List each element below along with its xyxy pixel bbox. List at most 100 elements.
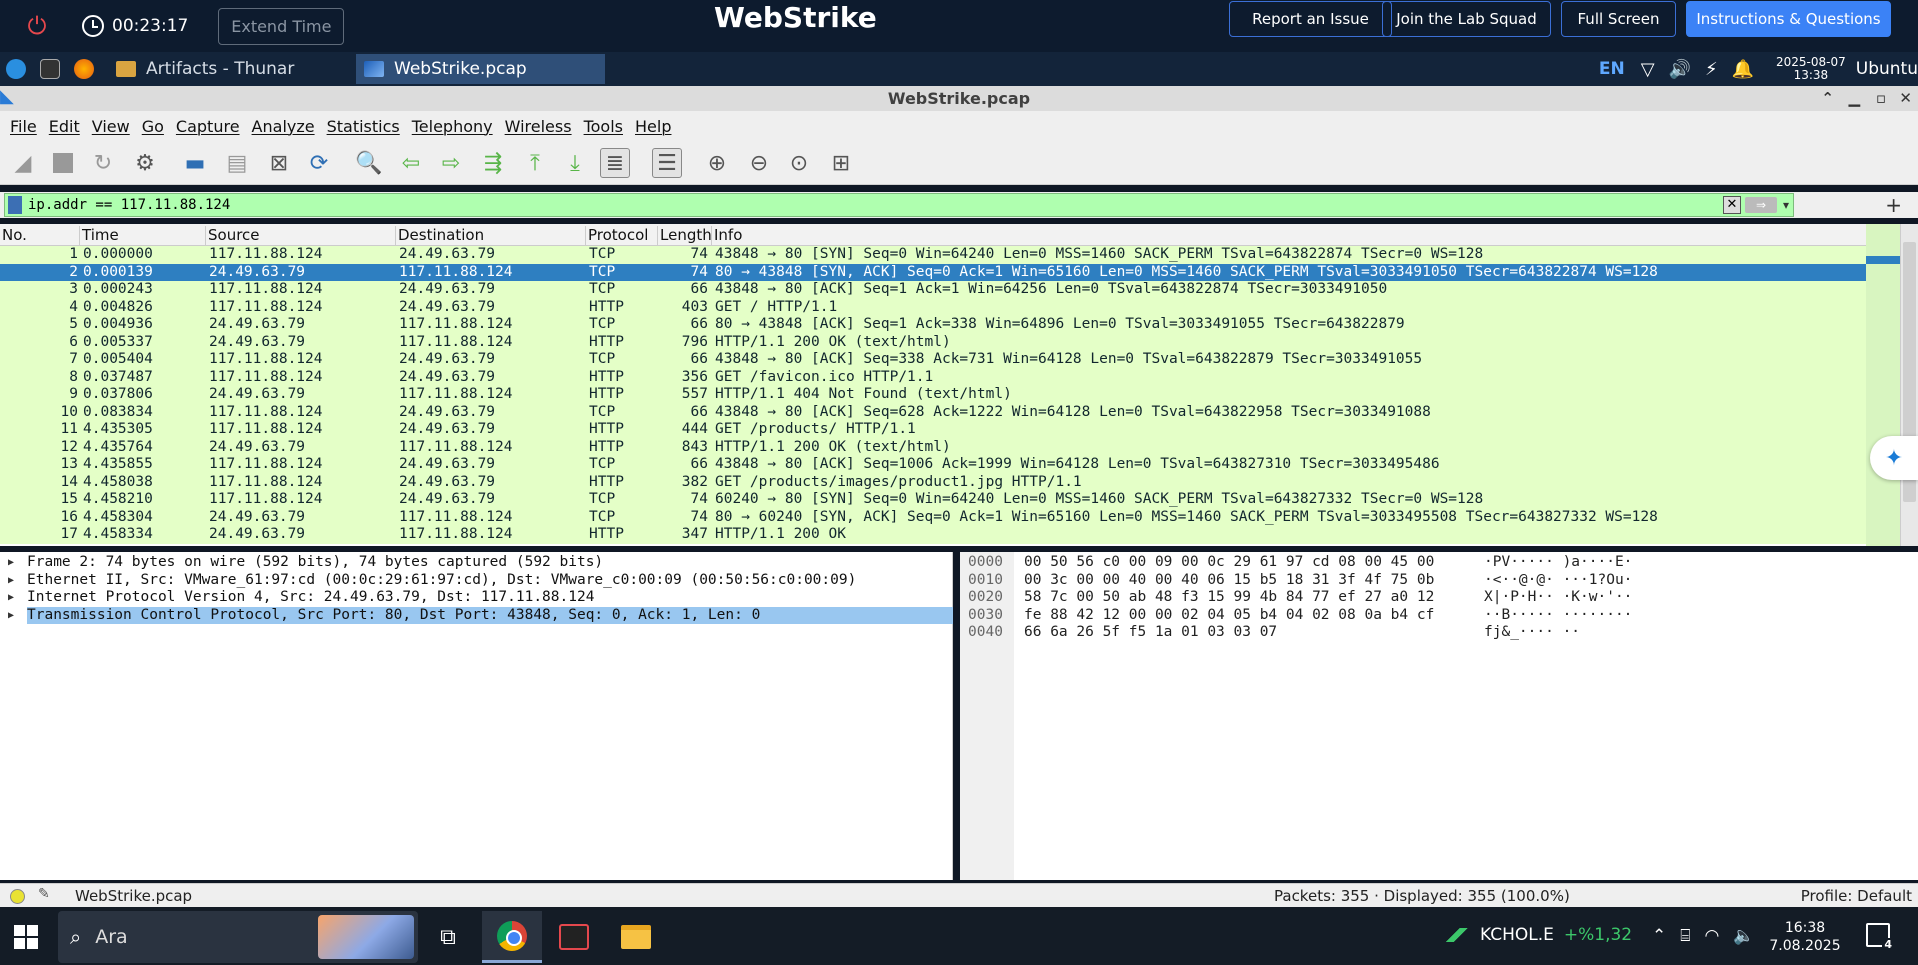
packet-row[interactable]: 15 4.458210 117.11.88.124 24.49.63.79 TCP 74 6…	[0, 491, 1866, 509]
restart-capture-icon[interactable]: ↻	[88, 148, 118, 178]
packet-row[interactable]: 12 4.435764 24.49.63.79 117.11.88.124 HTTP 84…	[0, 438, 1866, 456]
normal-size-icon[interactable]: ⊙	[784, 148, 814, 178]
chrome-icon[interactable]	[482, 911, 542, 963]
report-issue-button[interactable]: Report an Issue	[1229, 1, 1392, 37]
column-no[interactable]: No.	[0, 226, 80, 246]
detail-tcp[interactable]: ▶ Transmission Control Protocol, Src Por…	[0, 606, 953, 625]
packet-row[interactable]: 7 0.005404 117.11.88.124 24.49.63.79 TCP 66 43…	[0, 351, 1866, 369]
vertical-scrollbar[interactable]	[1900, 224, 1918, 546]
taskbar-search-box[interactable]: ⌕ Ara	[58, 911, 418, 963]
packet-row[interactable]: 6 0.005337 24.49.63.79 117.11.88.124 HTTP 796…	[0, 333, 1866, 351]
column-destination[interactable]: Destination	[396, 226, 586, 246]
whisker-menu-icon[interactable]	[6, 59, 26, 79]
wifi-icon[interactable]: ◠	[1704, 926, 1719, 946]
bookmark-icon[interactable]	[8, 196, 22, 214]
packet-minimap[interactable]	[1866, 224, 1900, 546]
task-view-icon[interactable]: ⧉	[418, 911, 478, 963]
menu-telephony[interactable]: Telephony	[412, 117, 493, 136]
packet-row[interactable]: 13 4.435855 117.11.88.124 24.49.63.79 TCP 66 4…	[0, 456, 1866, 474]
detail-ipv4[interactable]: ▶ Internet Protocol Version 4, Src: 24.4…	[0, 589, 953, 607]
expand-arrow-icon[interactable]: ▶	[8, 554, 14, 572]
add-filter-button-icon[interactable]: +	[1885, 192, 1902, 218]
chevron-up-icon[interactable]: ⌃	[1652, 926, 1666, 946]
menu-file[interactable]: File	[10, 117, 37, 136]
volume-icon[interactable]: 🔊	[1669, 59, 1691, 80]
device-icon[interactable]: ⌸	[1680, 926, 1690, 946]
byte-row[interactable]: 0020 58 7c 00 50 ab 48 f3 15 99 4b 84 77 …	[960, 589, 1918, 607]
minimize-window-icon[interactable]: ▁	[1848, 86, 1860, 111]
network-icon[interactable]: ▽	[1641, 59, 1655, 80]
display-filter-text[interactable]: ip.addr == 117.11.88.124	[28, 197, 230, 213]
colorize-icon[interactable]: ☰	[652, 148, 682, 178]
packet-row[interactable]: 1 0.000000 117.11.88.124 24.49.63.79 TCP 74 43…	[0, 246, 1866, 264]
byte-row[interactable]: 0030 fe 88 42 12 00 00 02 04 05 b4 04 02 …	[960, 607, 1918, 625]
packet-row[interactable]: 4 0.004826 117.11.88.124 24.49.63.79 HTTP 403…	[0, 298, 1866, 316]
packet-row[interactable]: 14 4.458038 117.11.88.124 24.49.63.79 HTTP 38…	[0, 473, 1866, 491]
panel-clock[interactable]: 2025-08-07 13:38	[1776, 56, 1846, 82]
clear-filter-icon[interactable]: ✕	[1722, 196, 1741, 214]
go-forward-icon[interactable]: ⇨	[436, 148, 466, 178]
column-time[interactable]: Time	[80, 226, 206, 246]
detail-ethernet[interactable]: ▶ Ethernet II, Src: VMware_61:97:cd (00:…	[0, 572, 953, 590]
packet-row[interactable]: 5 0.004936 24.49.63.79 117.11.88.124 TCP 66 80…	[0, 316, 1866, 334]
menu-capture[interactable]: Capture	[176, 117, 240, 136]
instructions-questions-button[interactable]: Instructions & Questions	[1686, 1, 1891, 37]
notifications-icon[interactable]: 4	[1866, 923, 1894, 951]
zoom-out-icon[interactable]: ⊖	[744, 148, 774, 178]
speaker-icon[interactable]: 🔈	[1733, 926, 1754, 946]
column-length[interactable]: Length	[658, 226, 712, 246]
stop-capture-icon[interactable]	[48, 148, 78, 178]
packet-row[interactable]: 11 4.435305 117.11.88.124 24.49.63.79 HTTP 44…	[0, 421, 1866, 439]
menu-tools[interactable]: Tools	[584, 117, 623, 136]
packet-row[interactable]: 8 0.037487 117.11.88.124 24.49.63.79 HTTP 356…	[0, 368, 1866, 386]
taskbar-clock[interactable]: 16:38 7.08.2025	[1760, 919, 1850, 955]
close-file-icon[interactable]: ⊠	[264, 148, 294, 178]
file-explorer-icon[interactable]	[606, 911, 666, 963]
user-name[interactable]: Ubuntu	[1856, 59, 1918, 79]
byte-row[interactable]: 0040 66 6a 26 5f f5 1a 01 03 03 07 fj&_···…	[960, 624, 1918, 642]
stock-widget[interactable]: KCHOL.E +%1,32	[1444, 925, 1632, 945]
packet-row[interactable]: 9 0.037806 24.49.63.79 117.11.88.124 HTTP 557…	[0, 386, 1866, 404]
power-manager-icon[interactable]: ⚡	[1705, 59, 1718, 80]
full-screen-button[interactable]: Full Screen	[1561, 1, 1676, 37]
notification-bell-icon[interactable]: 🔔	[1732, 59, 1754, 80]
remote-app-icon[interactable]	[544, 911, 604, 963]
expand-arrow-icon[interactable]: ▶	[8, 607, 14, 625]
packet-row[interactable]: 3 0.000243 117.11.88.124 24.49.63.79 TCP 66 43…	[0, 281, 1866, 299]
keyboard-layout[interactable]: EN	[1599, 59, 1625, 79]
menu-statistics[interactable]: Statistics	[327, 117, 400, 136]
menu-wireless[interactable]: Wireless	[505, 117, 572, 136]
start-capture-icon[interactable]: ◢	[8, 148, 38, 178]
go-back-icon[interactable]: ⇦	[396, 148, 426, 178]
autoscroll-icon[interactable]: ≣	[600, 148, 630, 178]
go-to-packet-icon[interactable]: ⇶	[478, 148, 508, 178]
last-packet-icon[interactable]: ⤓	[560, 148, 590, 178]
terminal-icon[interactable]	[40, 59, 60, 79]
packet-row[interactable]: 10 0.083834 117.11.88.124 24.49.63.79 TCP 66 4…	[0, 403, 1866, 421]
task-thunar[interactable]: Artifacts - Thunar	[108, 54, 354, 84]
filter-history-icon[interactable]: ▾	[1783, 198, 1789, 212]
detail-frame[interactable]: ▶ Frame 2: 74 bytes on wire (592 bits), …	[0, 554, 953, 572]
join-lab-squad-button[interactable]: Join the Lab Squad	[1382, 1, 1551, 37]
packet-row[interactable]: 2 0.000139 24.49.63.79 117.11.88.124 TCP 74 80…	[0, 263, 1866, 281]
floating-assistant-icon[interactable]: ✦	[1870, 436, 1918, 480]
menu-go[interactable]: Go	[142, 117, 164, 136]
extend-time-button[interactable]: Extend Time	[218, 7, 345, 45]
resize-columns-icon[interactable]: ⊞	[826, 148, 856, 178]
packet-row[interactable]: 16 4.458304 24.49.63.79 117.11.88.124 TCP 74 8…	[0, 508, 1866, 526]
menu-view[interactable]: View	[92, 117, 130, 136]
menu-analyze[interactable]: Analyze	[252, 117, 315, 136]
task-wireshark[interactable]: WebStrike.pcap	[356, 54, 605, 84]
power-icon[interactable]: ⏻	[22, 11, 52, 41]
column-protocol[interactable]: Protocol	[586, 226, 658, 246]
menu-help[interactable]: Help	[635, 117, 671, 136]
close-window-icon[interactable]: ✕	[1899, 86, 1912, 111]
display-filter-input[interactable]: ip.addr == 117.11.88.124 ✕ ⇒ ▾	[4, 193, 1794, 217]
capture-comment-icon[interactable]: ✎	[38, 886, 50, 902]
byte-row[interactable]: 0010 00 3c 00 00 40 00 40 06 15 b5 18 31 …	[960, 572, 1918, 590]
apply-filter-icon[interactable]: ⇒	[1744, 197, 1777, 213]
expert-info-icon[interactable]	[10, 889, 25, 904]
expand-arrow-icon[interactable]: ▶	[8, 589, 14, 607]
reload-file-icon[interactable]: ⟳	[304, 148, 334, 178]
open-file-icon[interactable]: ▬	[180, 148, 210, 178]
